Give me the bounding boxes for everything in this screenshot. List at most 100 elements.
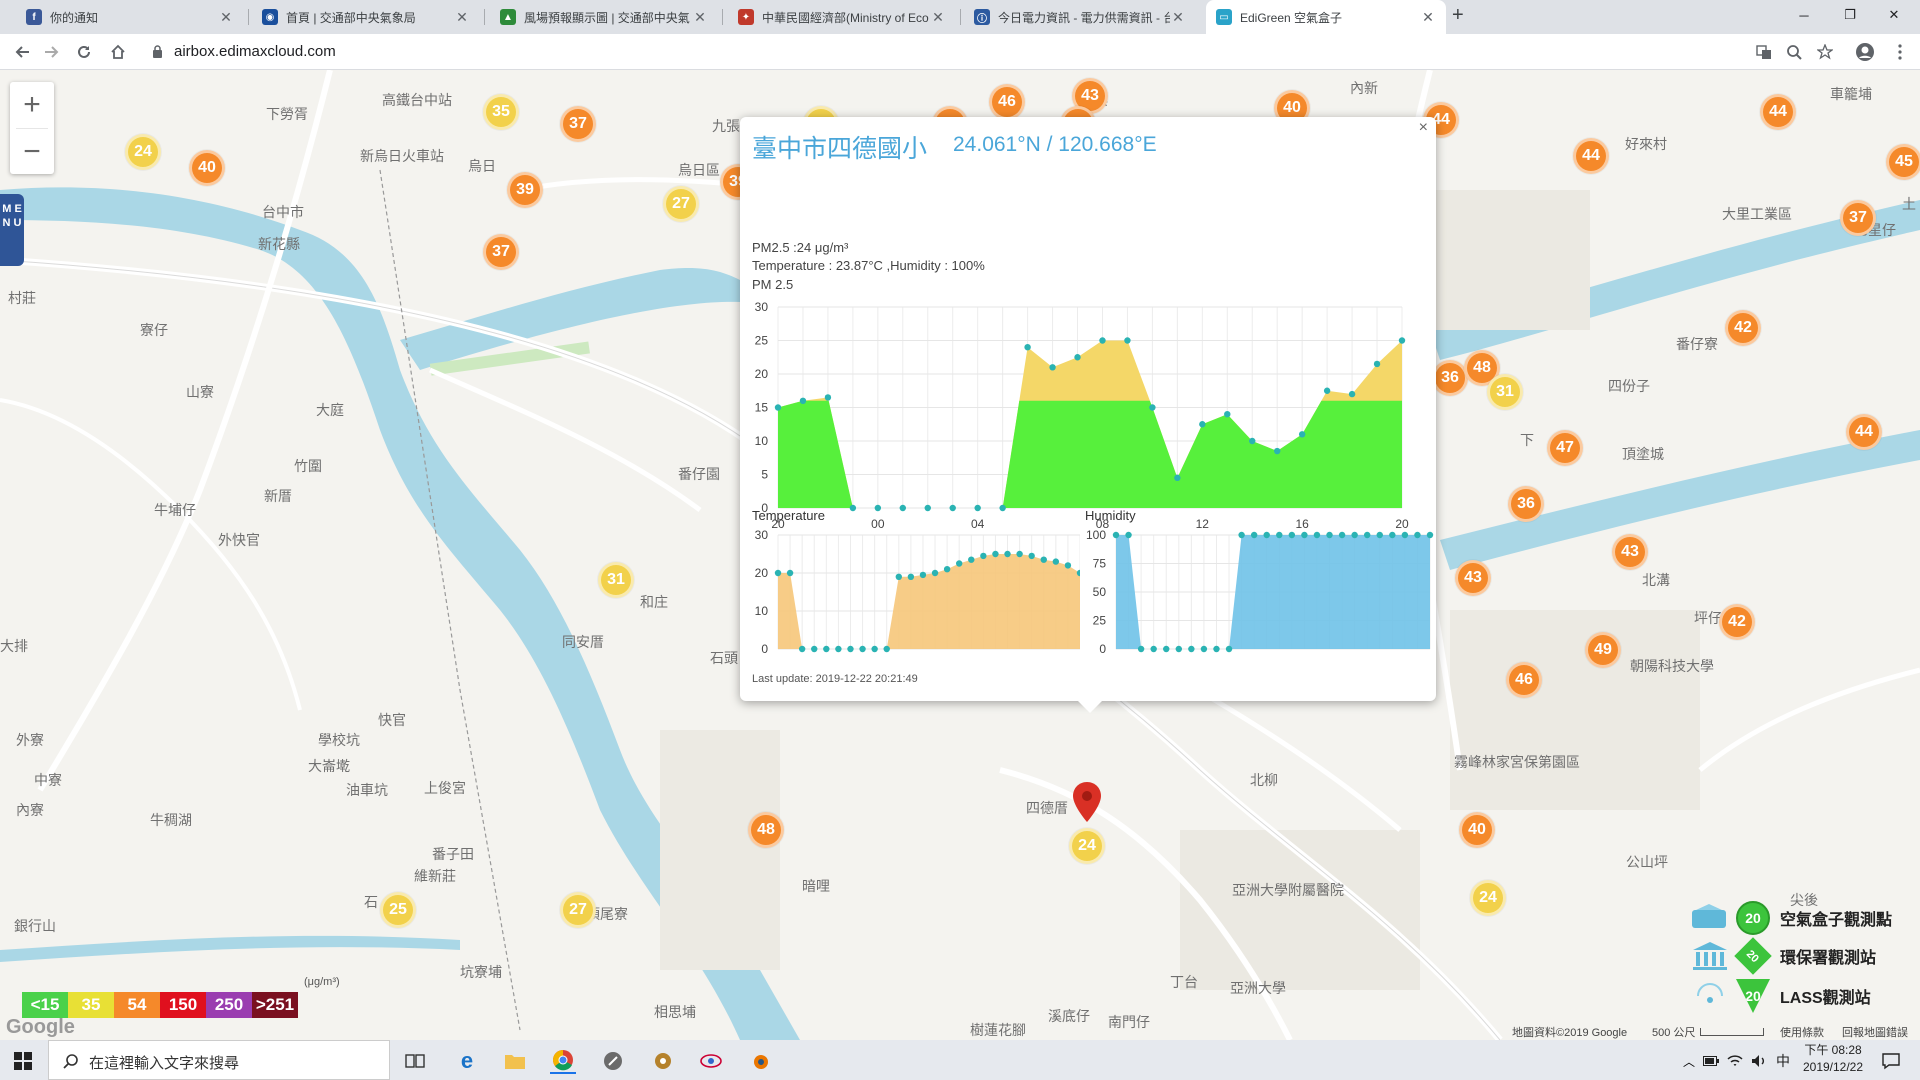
chrome-icon[interactable] bbox=[550, 1048, 576, 1074]
temperature-data-point[interactable] bbox=[1064, 562, 1072, 569]
humidity-data-point[interactable] bbox=[1150, 645, 1157, 653]
pm25-data-point[interactable] bbox=[1298, 431, 1306, 438]
sensor-cluster-marker[interactable]: 49 bbox=[1585, 632, 1621, 668]
browser-tab[interactable]: ⓘ 今日電力資訊 - 電力供需資訊 - 台 ✕ bbox=[964, 0, 1196, 34]
humidity-data-point[interactable] bbox=[1175, 645, 1182, 653]
humidity-data-point[interactable] bbox=[1414, 531, 1421, 539]
task-view-icon[interactable] bbox=[402, 1048, 428, 1074]
windows-start-icon[interactable] bbox=[10, 1048, 36, 1074]
sensor-cluster-marker[interactable]: 39 bbox=[507, 172, 543, 208]
zoom-out-button[interactable]: − bbox=[10, 129, 54, 175]
pm25-data-point[interactable] bbox=[774, 404, 782, 411]
sensor-cluster-marker[interactable]: 40 bbox=[1459, 812, 1495, 848]
selected-location-pin-icon[interactable] bbox=[1073, 782, 1101, 822]
tab-close-icon[interactable]: ✕ bbox=[454, 9, 470, 26]
sensor-cluster-marker[interactable]: 40 bbox=[189, 150, 225, 186]
app-icon-3[interactable] bbox=[698, 1048, 724, 1074]
back-arrow-icon[interactable] bbox=[10, 40, 34, 64]
temperature-data-point[interactable] bbox=[786, 569, 794, 577]
window-close-button[interactable]: ✕ bbox=[1866, 0, 1920, 30]
temperature-data-point[interactable] bbox=[956, 560, 963, 567]
temperature-data-point[interactable] bbox=[1052, 558, 1060, 565]
temperature-data-point[interactable] bbox=[1016, 550, 1023, 558]
humidity-data-point[interactable] bbox=[1238, 531, 1245, 539]
ime-indicator[interactable]: 中 bbox=[1770, 1048, 1796, 1074]
browser-tab[interactable]: ✦ 中華民國經濟部(Ministry of Eco ✕ bbox=[728, 0, 956, 34]
forward-arrow-icon[interactable] bbox=[40, 40, 64, 64]
sensor-cluster-marker[interactable]: 35 bbox=[483, 94, 519, 130]
humidity-data-point[interactable] bbox=[1263, 531, 1270, 539]
humidity-data-point[interactable] bbox=[1389, 531, 1396, 539]
pm25-data-point[interactable] bbox=[824, 394, 832, 401]
humidity-data-point[interactable] bbox=[1225, 645, 1233, 653]
temperature-data-point[interactable] bbox=[774, 569, 782, 577]
battery-icon[interactable] bbox=[1698, 1048, 1724, 1074]
temperature-data-point[interactable] bbox=[1040, 556, 1047, 563]
pm25-data-point[interactable] bbox=[1373, 360, 1381, 368]
bookmark-star-icon[interactable] bbox=[1813, 40, 1837, 64]
temperature-data-point[interactable] bbox=[1004, 550, 1011, 558]
tab-close-icon[interactable]: ✕ bbox=[218, 9, 234, 26]
humidity-data-point[interactable] bbox=[1213, 645, 1220, 653]
reload-icon[interactable] bbox=[72, 40, 96, 64]
sensor-cluster-marker[interactable]: 44 bbox=[1573, 138, 1609, 174]
browser-tab[interactable]: ◉ 首頁 | 交通部中央氣象局 ✕ bbox=[252, 0, 480, 34]
pm25-data-point[interactable] bbox=[1049, 364, 1056, 371]
sensor-cluster-marker[interactable]: 31 bbox=[1487, 374, 1523, 410]
humidity-data-point[interactable] bbox=[1200, 645, 1208, 653]
terms-link[interactable]: 使用條款 bbox=[1780, 1024, 1824, 1040]
system-clock[interactable]: 下午 08:28 2019/12/22 bbox=[1798, 1042, 1868, 1076]
humidity-data-point[interactable] bbox=[1401, 531, 1409, 539]
zoom-in-button[interactable]: + bbox=[10, 82, 54, 128]
pm25-data-point[interactable] bbox=[1124, 337, 1131, 344]
pm25-data-point[interactable] bbox=[1274, 447, 1281, 455]
file-explorer-icon[interactable] bbox=[502, 1048, 528, 1074]
tab-close-icon[interactable]: ✕ bbox=[1170, 9, 1186, 26]
menu-tab[interactable]: M E N U bbox=[0, 194, 24, 266]
pm25-data-point[interactable] bbox=[924, 504, 931, 512]
edge-icon[interactable]: e bbox=[454, 1048, 480, 1074]
app-icon-1[interactable] bbox=[600, 1048, 626, 1074]
translate-icon[interactable] bbox=[1752, 40, 1776, 64]
sensor-cluster-marker[interactable]: 36 bbox=[1432, 360, 1468, 396]
pm25-data-point[interactable] bbox=[1024, 344, 1031, 351]
pm25-data-point[interactable] bbox=[1074, 354, 1081, 361]
sensor-cluster-marker[interactable]: 42 bbox=[1719, 604, 1755, 640]
temperature-data-point[interactable] bbox=[823, 645, 830, 653]
sensor-cluster-marker[interactable]: 24 bbox=[125, 134, 161, 170]
humidity-data-point[interactable] bbox=[1301, 531, 1308, 539]
humidity-data-point[interactable] bbox=[1276, 531, 1283, 539]
pm25-data-point[interactable] bbox=[1149, 404, 1156, 411]
temperature-data-point[interactable] bbox=[980, 552, 987, 560]
sensor-cluster-marker[interactable]: 27 bbox=[663, 186, 699, 222]
sensor-cluster-marker[interactable]: 31 bbox=[598, 562, 634, 598]
profile-icon[interactable] bbox=[1853, 40, 1877, 64]
sensor-cluster-marker[interactable]: 46 bbox=[989, 84, 1025, 120]
temperature-data-point[interactable] bbox=[811, 645, 818, 653]
sensor-cluster-marker[interactable]: 45 bbox=[1886, 144, 1920, 180]
pm25-data-point[interactable] bbox=[799, 397, 807, 404]
temperature-data-point[interactable] bbox=[968, 556, 975, 563]
sensor-cluster-marker[interactable]: 27 bbox=[560, 892, 596, 928]
sensor-cluster-marker[interactable]: 47 bbox=[1547, 430, 1583, 466]
temperature-data-point[interactable] bbox=[992, 550, 999, 558]
humidity-data-point[interactable] bbox=[1326, 531, 1333, 539]
sensor-cluster-marker[interactable]: 24 bbox=[1069, 828, 1105, 864]
sensor-cluster-marker[interactable]: 48 bbox=[748, 812, 784, 848]
humidity-data-point[interactable] bbox=[1125, 531, 1132, 539]
sensor-cluster-marker[interactable]: 25 bbox=[380, 892, 416, 928]
app-icon-2[interactable] bbox=[650, 1048, 676, 1074]
pm25-data-point[interactable] bbox=[1323, 387, 1331, 394]
pm25-data-point[interactable] bbox=[899, 504, 906, 512]
humidity-data-point[interactable] bbox=[1376, 531, 1383, 539]
pm25-data-point[interactable] bbox=[1174, 474, 1181, 482]
pm25-data-point[interactable] bbox=[1348, 390, 1356, 398]
notification-icon[interactable] bbox=[1878, 1048, 1904, 1074]
temperature-data-point[interactable] bbox=[895, 573, 902, 580]
temperature-data-point[interactable] bbox=[919, 571, 927, 579]
temperature-data-point[interactable] bbox=[859, 645, 866, 653]
sensor-cluster-marker[interactable]: 37 bbox=[483, 234, 519, 270]
temperature-data-point[interactable] bbox=[798, 645, 806, 653]
humidity-data-point[interactable] bbox=[1313, 531, 1321, 539]
humidity-data-point[interactable] bbox=[1112, 531, 1120, 539]
